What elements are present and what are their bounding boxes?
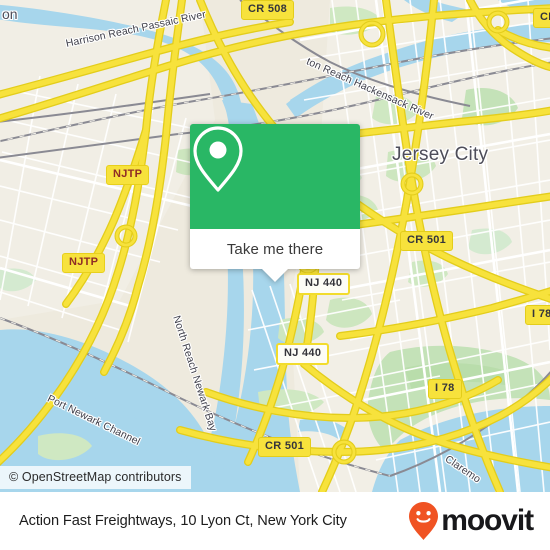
popup-header xyxy=(190,124,360,229)
moovit-pin-smiley-icon xyxy=(409,502,439,540)
take-me-there-button[interactable]: Take me there xyxy=(227,241,323,258)
map-pin-icon xyxy=(193,126,243,192)
location-popup[interactable]: Take me there xyxy=(190,124,360,282)
popup-pointer-tail xyxy=(262,269,288,282)
map-screenshot: on Jersey City Harrison Reach Passaic Ri… xyxy=(0,0,550,550)
bottom-bar: Action Fast Freightways, 10 Lyon Ct, New… xyxy=(0,492,550,550)
popup-footer[interactable]: Take me there xyxy=(190,229,360,282)
place-title: Action Fast Freightways, 10 Lyon Ct, New… xyxy=(19,513,347,529)
map-canvas[interactable]: on Jersey City Harrison Reach Passaic Ri… xyxy=(0,0,550,492)
moovit-wordmark: moovit xyxy=(441,504,534,537)
osm-attribution[interactable]: © OpenStreetMap contributors xyxy=(0,466,191,489)
moovit-logo[interactable]: moovit xyxy=(408,501,534,541)
